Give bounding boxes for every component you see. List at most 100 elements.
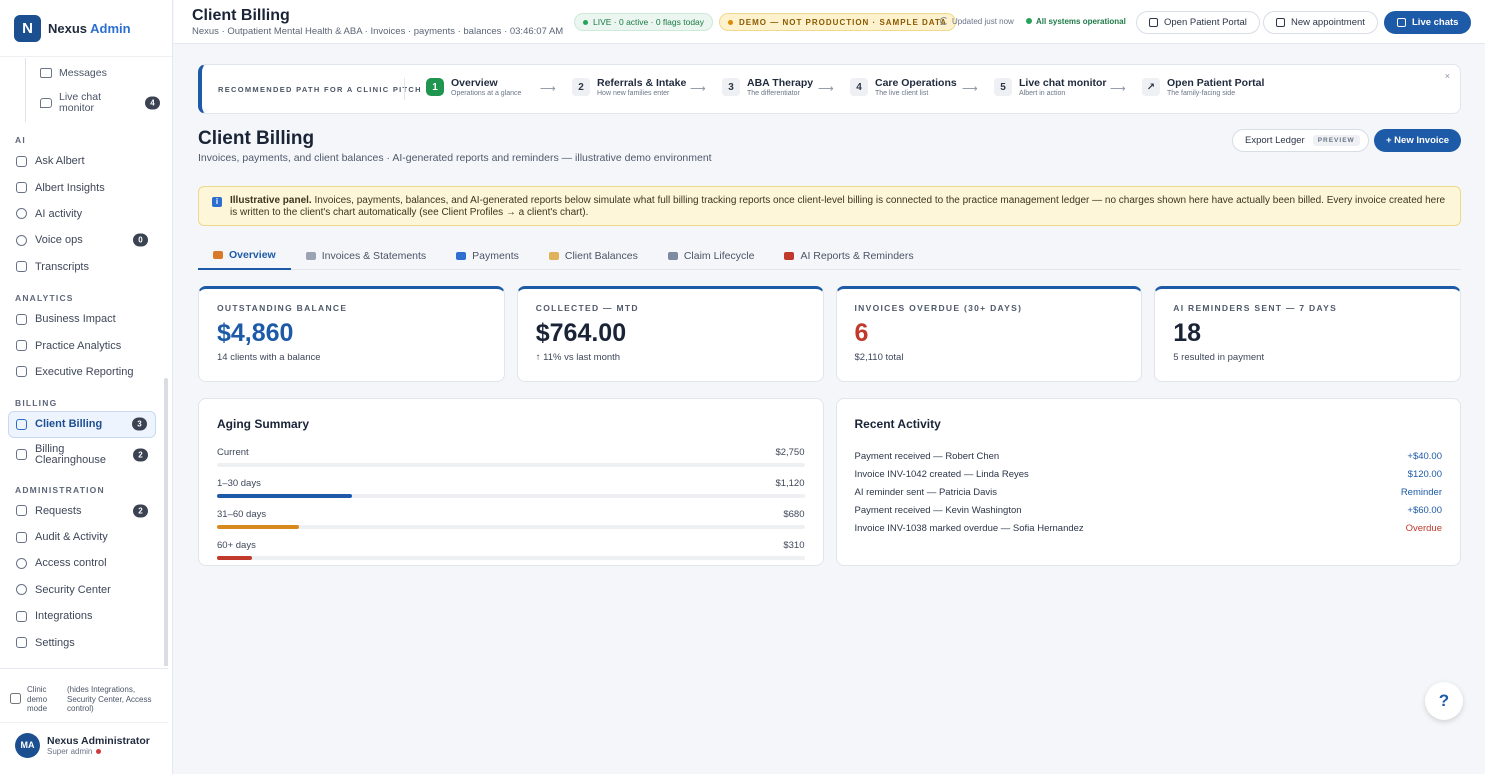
demo-dot-icon (728, 19, 733, 25)
sidebar-item-billing-clearinghouse[interactable]: Billing Clearinghouse 2 (0, 438, 156, 472)
user-profile[interactable]: MA Nexus Administrator Super admin (0, 721, 168, 758)
notice-heading: Illustrative panel. (230, 195, 312, 206)
activity-row[interactable]: Invoice INV-1042 created — Linda Reyes $1… (855, 465, 1443, 483)
pitch-step-open-patient-portal[interactable]: ↗ Open Patient Portal The family-facing si… (1142, 77, 1264, 97)
sidebar-item-business-impact[interactable]: Business Impact (0, 306, 156, 332)
tab-ai-reports-reminders[interactable]: AI Reports & Reminders (769, 242, 928, 270)
chat-icon (16, 155, 27, 167)
sidebar-item-ask-albert[interactable]: Ask Albert (0, 148, 156, 174)
brand[interactable]: N Nexus Admin (0, 0, 172, 57)
pitch-step-aba-therapy[interactable]: 3 ABA Therapy The differentiator (722, 77, 813, 97)
tab-label: Overview (229, 249, 276, 261)
count-badge: 2 (133, 448, 148, 462)
help-button[interactable]: ? (1425, 682, 1463, 720)
activity-text: Payment received — Robert Chen (854, 450, 1000, 462)
tab-payments[interactable]: Payments (441, 242, 534, 270)
sidebar-item-access-control[interactable]: Access control (0, 550, 156, 576)
aging-bucket-label: 1–30 days (217, 478, 261, 489)
step-text: ABA Therapy The differentiator (747, 77, 813, 97)
card-icon (16, 449, 27, 461)
kpi-card-outstanding-balance: OUTSTANDING BALANCE $4,860 14 clients with… (198, 286, 505, 382)
pitch-step-referrals-intake[interactable]: 2 Referrals & Intake How new families ente… (572, 77, 686, 97)
live-status-pill: LIVE · 0 active · 0 flags today (574, 13, 714, 31)
new-appointment-button[interactable]: New appointment (1263, 11, 1378, 34)
pitch-step-care-operations[interactable]: 4 Care Operations The live client list (850, 77, 957, 97)
trend-icon (16, 313, 27, 325)
pitch-step-live-chat-monitor[interactable]: 5 Live chat monitor Albert in action (994, 77, 1107, 97)
count-badge: 2 (133, 504, 148, 518)
aging-bucket-label: 60+ days (217, 540, 256, 551)
activity-row[interactable]: Invoice INV-1038 marked overdue — Sofia … (855, 519, 1443, 537)
tab-claim-lifecycle[interactable]: Claim Lifecycle (653, 242, 770, 270)
notice-text: Invoices, payments, balances, and AI-gen… (230, 195, 1446, 218)
aging-bucket-label: 31–60 days (217, 509, 267, 520)
sidebar-scrollbar[interactable] (164, 378, 168, 666)
recent-activity-panel: Recent Activity Payment received — Rober… (835, 398, 1461, 566)
step-title: Open Patient Portal (1167, 77, 1265, 89)
demo-mode-toggle[interactable]: Clinic demo mode (hides Integrations, Se… (0, 669, 168, 714)
breadcrumb: Nexus · Outpatient Mental Health & ABA ·… (192, 26, 564, 37)
live-chats-button[interactable]: Live chats (1384, 11, 1472, 34)
tab-overview[interactable]: Overview (198, 242, 291, 270)
activity-row[interactable]: Payment received — Kevin Washington +$60.… (855, 501, 1443, 519)
sidebar-item-security-center[interactable]: Security Center (0, 577, 156, 603)
sidebar-item-live-chat-monitor[interactable]: Live chat monitor 4 (0, 85, 168, 121)
tab-icon (667, 252, 678, 260)
sidebar-item-audit-activity[interactable]: Audit & Activity (0, 524, 156, 550)
kpi-note: ↑ 11% vs last month (535, 352, 621, 363)
tab-label: Claim Lifecycle (683, 250, 755, 262)
count-badge: 3 (132, 417, 147, 431)
chat-icon (16, 505, 27, 517)
divider (404, 78, 405, 100)
tab-invoices-statements[interactable]: Invoices & Statements (291, 242, 441, 270)
sidebar-item-client-billing[interactable]: Client Billing 3 (8, 411, 156, 438)
arrow-right-icon: ⟶ (1110, 83, 1126, 95)
sidebar-item-transcripts[interactable]: Transcripts (0, 254, 156, 280)
aging-progress-track (217, 525, 805, 529)
demo-mode-checkbox[interactable] (10, 693, 21, 704)
document-icon (16, 531, 27, 543)
activity-row[interactable]: AI reminder sent — Patricia Davis Reminde… (855, 483, 1443, 501)
kpi-cards: OUTSTANDING BALANCE $4,860 14 clients with… (198, 286, 1461, 382)
tab-client-balances[interactable]: Client Balances (534, 242, 653, 270)
sidebar-item-messages[interactable]: Messages (0, 61, 168, 85)
sidebar-item-label: Integrations (35, 610, 93, 623)
sidebar-item-albert-insights[interactable]: Albert Insights (0, 174, 156, 200)
sidebar-item-integrations[interactable]: Integrations (0, 603, 156, 629)
demo-badge: DEMO — NOT PRODUCTION · SAMPLE DATA (719, 13, 957, 31)
sidebar-item-label: Security Center (35, 583, 111, 596)
sidebar-item-requests[interactable]: Requests 2 (0, 498, 156, 524)
close-icon[interactable]: × (1445, 71, 1450, 81)
sidebar-item-label: Messages (59, 67, 107, 79)
step-title: Live chat monitor (1019, 77, 1107, 89)
kpi-label: COLLECTED — MTD (535, 303, 639, 313)
pitch-step-overview[interactable]: 1 Overview Operations at a glance (426, 77, 521, 97)
sidebar-item-settings[interactable]: Settings (0, 629, 156, 655)
billing-tabs: Overview Invoices & Statements Payments Cli… (198, 242, 1461, 270)
step-title: ABA Therapy (747, 77, 814, 89)
sidebar-item-voice-ops[interactable]: Voice ops 0 (0, 227, 156, 253)
activity-row[interactable]: Payment received — Robert Chen +$40.00 (855, 447, 1443, 465)
pitch-label: RECOMMENDED PATH FOR A CLINIC PITCH (218, 84, 422, 94)
sidebar-item-practice-analytics[interactable]: Practice Analytics (0, 332, 156, 358)
activity-text: Payment received — Kevin Washington (854, 504, 1022, 516)
kpi-value: $764.00 (535, 319, 627, 347)
sidebar-item-label: Requests (35, 504, 82, 517)
activity-amount: Overdue (1405, 522, 1442, 534)
section-title: Client Billing (198, 128, 315, 149)
aging-row: 60+ days $310 (217, 540, 805, 560)
export-ledger-button[interactable]: Export Ledger PREVIEW (1232, 129, 1369, 152)
sidebar-item-label: Albert Insights (35, 181, 105, 194)
new-invoice-button[interactable]: + New Invoice (1374, 129, 1462, 152)
phone-icon (16, 234, 27, 246)
sidebar-item-ai-activity[interactable]: AI activity (0, 201, 156, 227)
aging-row: 1–30 days $1,120 (217, 478, 805, 498)
kpi-value: $4,860 (217, 319, 294, 347)
external-link-icon (1149, 18, 1158, 27)
sidebar-item-label: Billing Clearinghouse (35, 442, 106, 466)
open-patient-portal-button[interactable]: Open Patient Portal (1136, 11, 1260, 34)
sidebar-item-label: Transcripts (35, 260, 89, 273)
detail-panels: Aging Summary Current $2,750 1–30 days $1,1… (198, 398, 1461, 566)
aging-bucket-amount: $310 (783, 540, 805, 551)
sidebar-item-executive-reporting[interactable]: Executive Reporting (0, 359, 156, 385)
